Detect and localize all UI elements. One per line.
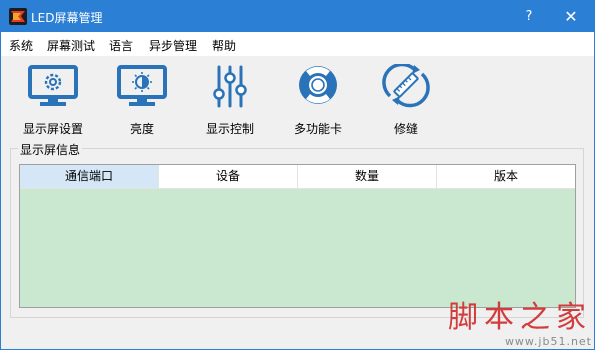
column-header-quantity[interactable]: 数量 xyxy=(298,165,437,188)
menu-screen-test[interactable]: 屏幕测试 xyxy=(47,37,95,54)
column-header-comm-port[interactable]: 通信端口 xyxy=(20,165,159,188)
watermark: 脚本之家 www.jb51.net xyxy=(448,300,592,349)
window-title: LED屏幕管理 xyxy=(31,11,103,25)
display-info-title: 显示屏信息 xyxy=(18,141,83,158)
seam-repair-label: 修缝 xyxy=(393,122,418,136)
brightness-label: 亮度 xyxy=(129,122,154,136)
brightness-button[interactable]: 亮度 xyxy=(102,64,182,136)
sliders-icon xyxy=(213,65,247,108)
help-button[interactable]: ? xyxy=(509,1,549,32)
menu-async-management[interactable]: 异步管理 xyxy=(149,37,197,54)
app-logo-icon xyxy=(9,8,27,25)
multifunction-card-button[interactable]: 多功能卡 xyxy=(278,64,358,136)
menu-help[interactable]: 帮助 xyxy=(212,37,236,54)
watermark-text: 脚本之家 xyxy=(448,300,592,335)
watermark-url: www.jb51.net xyxy=(504,335,592,348)
display-info-table[interactable]: 通信端口 设备 数量 版本 xyxy=(19,164,576,308)
multifunction-card-label: 多功能卡 xyxy=(293,122,342,136)
display-control-button[interactable]: 显示控制 xyxy=(190,64,270,136)
toolbar: 显示屏设置 亮度 显示控制 多功能卡 修缝 xyxy=(1,57,594,137)
seam-repair-button[interactable]: 修缝 xyxy=(366,64,446,136)
menu-bar: 系统 屏幕测试 语言 异步管理 帮助 xyxy=(1,32,594,56)
app-window: LED屏幕管理 ? ✕ 系统 屏幕测试 语言 异步管理 帮助 显示屏设置 亮度 … xyxy=(0,0,595,350)
seam-repair-icon xyxy=(382,64,430,108)
display-settings-button[interactable]: 显示屏设置 xyxy=(13,64,93,136)
menu-system[interactable]: 系统 xyxy=(9,37,33,54)
monitor-gear-icon xyxy=(28,65,78,106)
lifebuoy-icon xyxy=(299,66,337,104)
close-button[interactable]: ✕ xyxy=(551,1,591,32)
brightness-icon xyxy=(117,65,167,106)
column-header-device[interactable]: 设备 xyxy=(159,165,298,188)
table-header: 通信端口 设备 数量 版本 xyxy=(20,165,575,189)
display-control-label: 显示控制 xyxy=(205,122,254,136)
title-bar[interactable]: LED屏幕管理 ? ✕ xyxy=(1,1,594,32)
column-header-version[interactable]: 版本 xyxy=(437,165,575,188)
display-settings-label: 显示屏设置 xyxy=(22,122,83,136)
menu-language[interactable]: 语言 xyxy=(109,37,133,54)
